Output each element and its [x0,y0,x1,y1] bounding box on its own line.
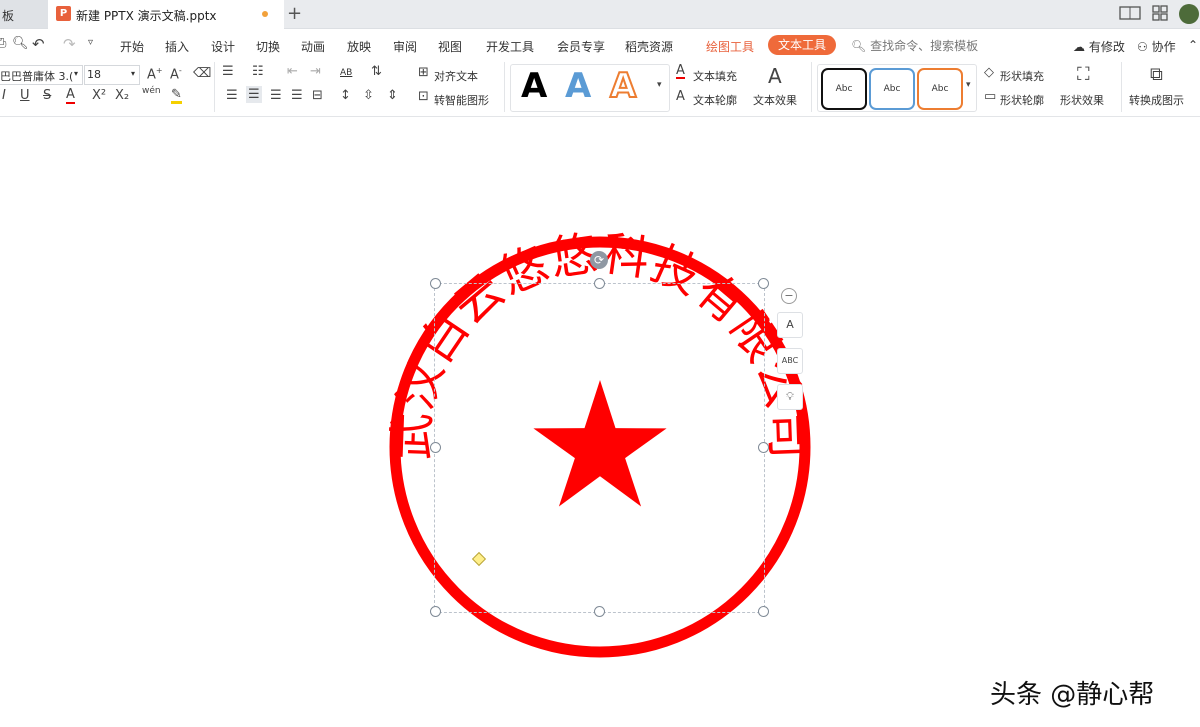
rotate-handle-icon[interactable]: ⟳ [590,251,608,269]
resize-handle-s[interactable] [594,606,605,617]
resize-handle-ne[interactable] [758,278,769,289]
resize-handle-e[interactable] [758,442,769,453]
resize-handle-sw[interactable] [430,606,441,617]
lightbulb-icon[interactable]: 💡︎ [777,384,803,410]
watermark-text: 头条 @静心帮 [990,680,1155,710]
selection-frame [434,283,765,613]
resize-handle-n[interactable] [594,278,605,289]
resize-handle-nw[interactable] [430,278,441,289]
collapse-quicktools-button[interactable]: − [781,288,797,304]
resize-handle-w[interactable] [430,442,441,453]
spell-check-icon[interactable]: ABC [777,348,803,374]
resize-handle-se[interactable] [758,606,769,617]
text-style-icon[interactable]: A [777,312,803,338]
